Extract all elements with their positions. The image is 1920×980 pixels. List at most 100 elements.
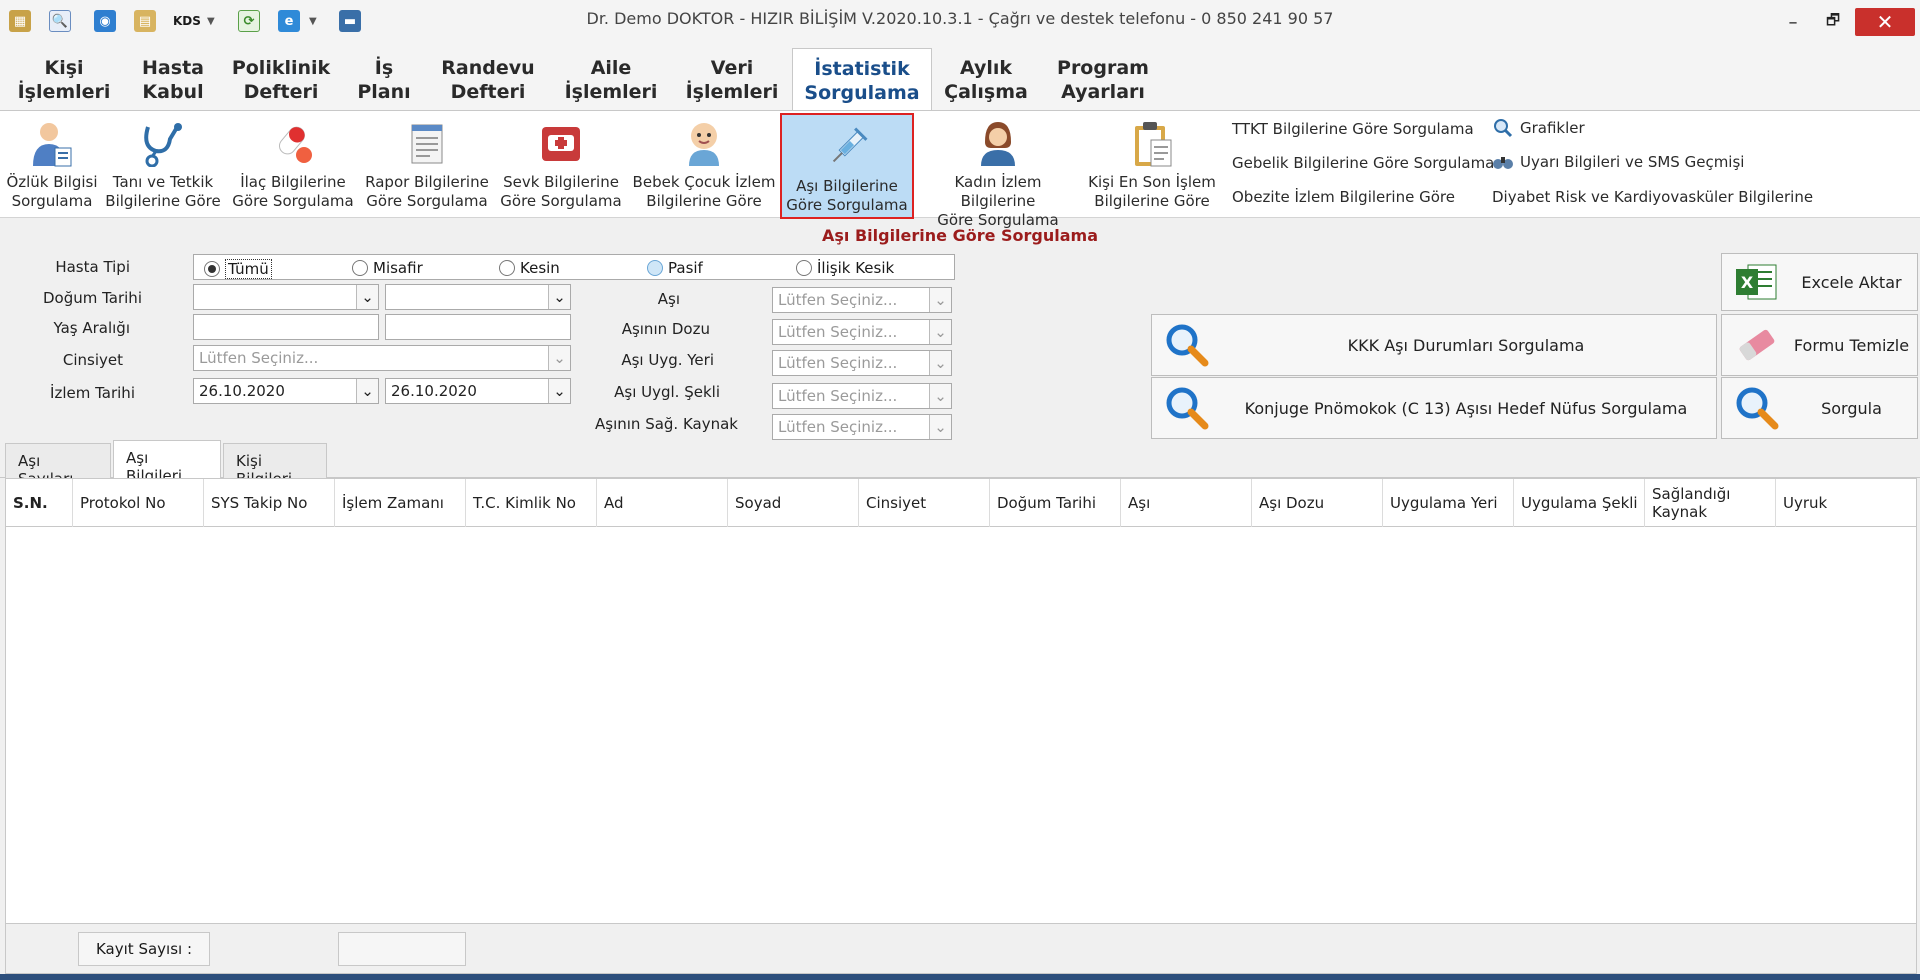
form-title: Aşı Bilgilerine Göre Sorgulama <box>821 226 1099 245</box>
column-header[interactable]: Uygulama Şekli <box>1514 479 1645 527</box>
uyari-sms-label: Uyarı Bilgileri ve SMS Geçmişi <box>1520 153 1745 171</box>
tab-aylik-calisma[interactable]: Aylık Çalışma <box>940 48 1032 110</box>
formu-temizle-button[interactable]: Formu Temizle <box>1721 314 1918 376</box>
chevron-down-icon[interactable]: ⌄ <box>548 285 570 309</box>
grafikler-link[interactable]: Grafikler <box>1492 118 1585 138</box>
dogum-tarihi-end-field[interactable]: ⌄ <box>385 284 571 310</box>
column-header[interactable]: Aşı Dozu <box>1252 479 1383 527</box>
column-header[interactable]: Uyruk <box>1776 479 1916 527</box>
tab-kisi-islemleri[interactable]: Kişi İşlemleri <box>16 48 112 110</box>
izlem-tarihi-end-field[interactable]: 26.10.2020 ⌄ <box>385 378 571 404</box>
excel-export-button[interactable]: X Excele Aktar <box>1721 253 1918 311</box>
radio-dot <box>499 260 515 276</box>
tab-asi-bilgileri[interactable]: Aşı Bilgileri <box>113 440 221 485</box>
tab-veri-islemleri[interactable]: Veri İşlemleri <box>680 48 784 110</box>
asi-uygl-sekli-select[interactable]: Lütfen Seçiniz... ⌄ <box>772 383 952 409</box>
radio-ilisik-kesik[interactable]: İlişik Kesik <box>796 259 894 277</box>
ttkt-sorgulama-link[interactable]: TTKT Bilgilerine Göre Sorgulama <box>1232 120 1474 138</box>
ribbon-label: İlaç Bilgilerine Göre Sorgulama <box>232 173 354 210</box>
dogum-tarihi-label: Doğum Tarihi <box>42 289 142 307</box>
report-icon <box>402 119 452 169</box>
column-header[interactable]: İşlem Zamanı <box>335 479 466 527</box>
kkk-asi-sorgulama-label: KKK Aşı Durumları Sorgulama <box>1347 335 1585 355</box>
tab-aile-islemleri[interactable]: Aile İşlemleri <box>558 48 664 110</box>
tab-kisi-bilgileri[interactable]: Kişi Bilgileri <box>223 443 327 488</box>
sevk-bilgileri-button[interactable]: Sevk Bilgilerine Göre Sorgulama <box>496 111 626 217</box>
izlem-end-value: 26.10.2020 <box>391 382 477 400</box>
ilac-bilgileri-button[interactable]: İlaç Bilgilerine Göre Sorgulama <box>228 111 358 217</box>
svg-text:X: X <box>1741 273 1754 292</box>
radio-pasif[interactable]: Pasif <box>647 259 703 277</box>
tab-asi-sayilari[interactable]: Aşı Sayıları <box>5 443 111 488</box>
yas-araligi-label: Yaş Aralığı <box>53 319 130 337</box>
grafikler-label: Grafikler <box>1520 119 1585 137</box>
asi-uyg-yeri-select[interactable]: Lütfen Seçiniz... ⌄ <box>772 350 952 376</box>
tab-randevu-defteri[interactable]: Randevu Defteri <box>436 48 540 110</box>
chevron-down-icon[interactable]: ⌄ <box>548 346 570 370</box>
column-header[interactable]: Aşı <box>1121 479 1252 527</box>
rapor-bilgileri-button[interactable]: Rapor Bilgilerine Göre Sorgulama <box>362 111 492 217</box>
radio-misafir[interactable]: Misafir <box>352 259 423 277</box>
chevron-down-icon[interactable]: ⌄ <box>356 285 378 309</box>
uyari-sms-link[interactable]: Uyarı Bilgileri ve SMS Geçmişi <box>1492 152 1744 172</box>
izlem-tarihi-start-field[interactable]: 26.10.2020 ⌄ <box>193 378 379 404</box>
cinsiyet-select[interactable]: Lütfen Seçiniz... ⌄ <box>193 345 571 371</box>
konjuge-pnomokok-button[interactable]: Konjuge Pnömokok (C 13) Aşısı Hedef Nüfu… <box>1151 377 1717 439</box>
kayit-sayisi-value <box>338 932 466 966</box>
column-header[interactable]: S.N. <box>6 479 73 527</box>
column-header[interactable]: T.C. Kimlik No <box>466 479 597 527</box>
minimize-button[interactable]: – <box>1776 8 1810 36</box>
asinin-sag-kaynak-placeholder: Lütfen Seçiniz... <box>778 418 898 436</box>
kisi-en-son-islem-button[interactable]: Kişi En Son İşlem Bilgilerine Göre <box>1084 111 1220 217</box>
column-header[interactable]: Soyad <box>728 479 859 527</box>
column-header[interactable]: Uygulama Yeri <box>1383 479 1514 527</box>
results-grid[interactable]: S.N. Protokol No SYS Takip No İşlem Zama… <box>5 478 1917 924</box>
tab-hasta-kabul[interactable]: Hasta Kabul <box>126 48 220 110</box>
kkk-asi-sorgulama-button[interactable]: KKK Aşı Durumları Sorgulama <box>1151 314 1717 376</box>
tab-istatistik-sorgulama[interactable]: İstatistik Sorgulama <box>792 48 932 110</box>
tab-program-ayarlari[interactable]: Program Ayarları <box>1048 48 1158 110</box>
asi-uyg-yeri-placeholder: Lütfen Seçiniz... <box>778 354 898 372</box>
chevron-down-icon[interactable]: ⌄ <box>929 415 951 439</box>
asi-bilgileri-button[interactable]: Aşı Bilgilerine Göre Sorgulama <box>780 113 914 219</box>
radio-label: Pasif <box>668 259 703 277</box>
asinin-dozu-select[interactable]: Lütfen Seçiniz... ⌄ <box>772 319 952 345</box>
sorgula-button[interactable]: Sorgula <box>1721 377 1918 439</box>
hasta-tipi-label: Hasta Tipi <box>55 258 130 276</box>
chevron-down-icon[interactable]: ⌄ <box>548 379 570 403</box>
column-header[interactable]: Doğum Tarihi <box>990 479 1121 527</box>
gebelik-sorgulama-link[interactable]: Gebelik Bilgilerine Göre Sorgulama <box>1232 154 1494 172</box>
sorgula-label: Sorgula <box>1821 398 1882 418</box>
column-header[interactable]: Sağlandığı Kaynak <box>1645 479 1776 527</box>
chevron-down-icon[interactable]: ⌄ <box>929 351 951 375</box>
tab-poliklinik-defteri[interactable]: Poliklinik Defteri <box>230 48 332 110</box>
obezite-izlem-link[interactable]: Obezite İzlem Bilgilerine Göre <box>1232 188 1455 206</box>
column-header[interactable]: Ad <box>597 479 728 527</box>
dogum-tarihi-start-field[interactable]: ⌄ <box>193 284 379 310</box>
chevron-down-icon[interactable]: ⌄ <box>356 379 378 403</box>
tab-is-plani[interactable]: İş Planı <box>350 48 418 110</box>
doctor-icon <box>27 119 77 169</box>
chevron-down-icon[interactable]: ⌄ <box>929 384 951 408</box>
yas-min-field[interactable] <box>193 314 379 340</box>
ribbon-label: Sevk Bilgilerine Göre Sorgulama <box>500 173 622 210</box>
close-button[interactable]: ✕ <box>1855 8 1915 36</box>
column-header[interactable]: Cinsiyet <box>859 479 990 527</box>
chevron-down-icon[interactable]: ⌄ <box>929 320 951 344</box>
ozluk-bilgisi-button[interactable]: Özlük Bilgisi Sorgulama <box>4 111 100 217</box>
column-header[interactable]: Protokol No <box>73 479 204 527</box>
radio-kesin[interactable]: Kesin <box>499 259 560 277</box>
kadin-izlem-button[interactable]: Kadın İzlem Bilgilerine Göre Sorgulama <box>918 111 1078 229</box>
diyabet-risk-link[interactable]: Diyabet Risk ve Kardiyovasküler Bilgiler… <box>1492 188 1813 206</box>
restore-button[interactable]: 🗗 <box>1816 8 1850 36</box>
asinin-sag-kaynak-select[interactable]: Lütfen Seçiniz... ⌄ <box>772 414 952 440</box>
tani-tetkik-button[interactable]: Tanı ve Tetkik Bilgilerine Göre <box>104 111 222 217</box>
bebek-cocuk-button[interactable]: Bebek Çocuk İzlem Bilgilerine Göre <box>630 111 778 217</box>
column-header[interactable]: SYS Takip No <box>204 479 335 527</box>
chevron-down-icon[interactable]: ⌄ <box>929 288 951 312</box>
asinin-dozu-label: Aşının Dozu <box>621 320 710 338</box>
asi-select[interactable]: Lütfen Seçiniz... ⌄ <box>772 287 952 313</box>
radio-tumu[interactable]: Tümü <box>204 259 272 279</box>
yas-max-field[interactable] <box>385 314 571 340</box>
asinin-sag-kaynak-label: Aşının Sağ. Kaynak <box>595 415 738 433</box>
